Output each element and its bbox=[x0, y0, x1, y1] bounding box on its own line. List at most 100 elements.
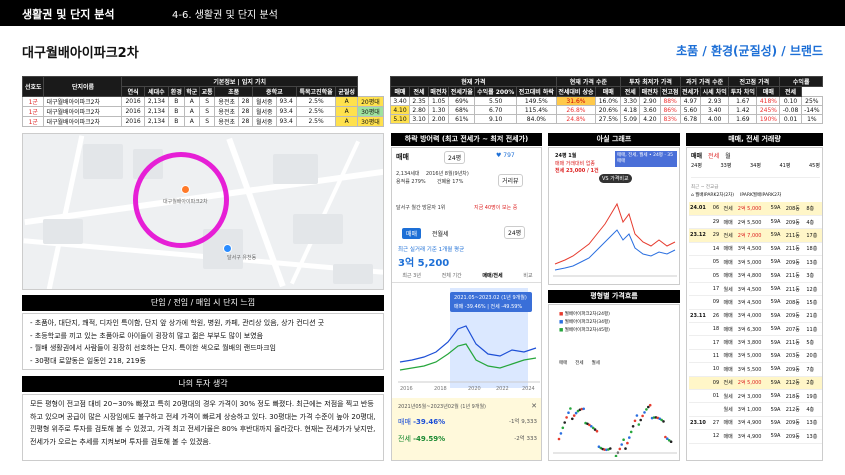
th-homog: 균질성 bbox=[335, 86, 358, 97]
cell: 83% bbox=[659, 114, 681, 124]
trade-tab-rent[interactable]: 전세 bbox=[708, 151, 719, 160]
cell-year: 2016 bbox=[121, 96, 145, 107]
drop-rent-amt: -2억 333 bbox=[514, 436, 537, 442]
ashil-chart bbox=[553, 202, 677, 277]
cell-traffic: S bbox=[198, 106, 216, 117]
trade-row[interactable]: 23.12 29 전세 2억 7,000 59A 211동 17층 bbox=[689, 228, 822, 243]
highlight-circle bbox=[133, 152, 229, 248]
pyeong-select[interactable]: 24평 bbox=[444, 151, 466, 164]
trade-row[interactable]: 18 매매 3억 6,300 59A 207동 11층 bbox=[689, 322, 822, 337]
flow-tab-sale[interactable]: 매매 bbox=[559, 360, 567, 366]
size-summary[interactable]: 34평 bbox=[750, 162, 761, 169]
trade-date bbox=[689, 282, 712, 297]
trade-floor: 212동 bbox=[784, 376, 806, 390]
th-col: 전세 bbox=[779, 86, 802, 97]
trade-size: 59A bbox=[769, 228, 785, 243]
trade-row[interactable]: 23.10 27 매매 3억 4,900 59A 209동 13층 bbox=[689, 416, 822, 431]
drop-period: 2021년05월~2023년02월 (1년 9개월) bbox=[398, 404, 487, 410]
range-tab-sale-rent[interactable]: 매매/전세 bbox=[482, 272, 502, 279]
cell: 4.00 bbox=[700, 114, 730, 124]
drop-rent-label: 전세 bbox=[398, 435, 411, 443]
ashil-sub: 매매 거래대비 업종 bbox=[555, 161, 595, 167]
range-tab-all[interactable]: 전체 기간 bbox=[442, 272, 462, 279]
recent-label: 최근 실거래 기준 1개월 평균 bbox=[398, 247, 465, 253]
trade-row[interactable]: 05 매매 3억 5,000 59A 209동 13층 bbox=[689, 255, 822, 270]
range-tab-3y[interactable]: 최근 3년 bbox=[402, 272, 421, 279]
range-tab-compare[interactable]: 비교 bbox=[523, 272, 532, 279]
size-summary[interactable]: 45평 bbox=[809, 162, 820, 169]
trade-row[interactable]: 23.11 26 매매 3억 4,000 59A 209동 21층 bbox=[689, 309, 822, 324]
trade-row[interactable]: 01 월세 2억 3,000 59A 218동 19층 bbox=[689, 389, 822, 404]
cell: 3.40 bbox=[389, 96, 411, 106]
trade-row[interactable]: 10 매매 3억 5,500 59A 209동 7층 bbox=[689, 362, 822, 377]
feeling-item: - 30평대 로얄동은 일동인 218, 219동 bbox=[30, 356, 146, 365]
trade-tab-sale[interactable]: 매매 bbox=[691, 151, 702, 160]
scatter-dot bbox=[662, 420, 665, 423]
trade-type: 전세 bbox=[722, 376, 737, 390]
cell-homog: A bbox=[335, 106, 358, 117]
scatter-dot bbox=[669, 440, 673, 443]
trade-date bbox=[689, 255, 712, 270]
trade-price: 3억 5,000 bbox=[736, 349, 770, 364]
cell: 1% bbox=[800, 114, 824, 124]
trade-row[interactable]: 09 전세 2억 5,000 59A 212동 2층 bbox=[689, 376, 822, 390]
trade-row[interactable]: 09 매매 3억 4,500 59A 208동 15층 bbox=[689, 295, 822, 310]
cell-middle: 월서중 bbox=[251, 96, 277, 107]
cell: 190% bbox=[756, 114, 781, 124]
close-icon[interactable]: ✕ bbox=[531, 402, 537, 410]
trade-type: 월세 bbox=[722, 389, 737, 404]
tab-sale-2[interactable]: 매매 bbox=[402, 228, 422, 239]
trade-date bbox=[689, 295, 712, 310]
hearts-count[interactable]: ♥ 797 bbox=[496, 152, 515, 159]
pyeong-select-2[interactable]: 24평 bbox=[504, 226, 526, 239]
th-group-past: 과거 가격 수준 bbox=[679, 76, 730, 87]
cell: 61% bbox=[448, 114, 476, 124]
street-view-button[interactable]: 거리뷰 bbox=[498, 174, 523, 187]
th-units: 세대수 bbox=[143, 86, 170, 97]
trade-row[interactable]: 월세 3억 1,000 59A 212동 4층 bbox=[689, 402, 822, 417]
trade-filter[interactable]: 최근 ~ 전교급 bbox=[691, 184, 718, 190]
trade-row[interactable]: 17 월세 3억 4,500 59A 211동 12층 bbox=[689, 282, 822, 297]
trade-size: 59A bbox=[769, 295, 785, 310]
tab-sale[interactable]: 매매 bbox=[396, 152, 409, 162]
trade-row[interactable]: 12 매매 3억 4,900 59A 209동 13층 bbox=[689, 429, 822, 444]
trade-row[interactable]: 24.01 06 전세 2억 5,000 59A 208동 8층 bbox=[689, 202, 822, 216]
scatter-dot bbox=[563, 421, 566, 424]
trade-row[interactable]: 14 매매 3억 4,500 59A 211동 18층 bbox=[689, 242, 822, 257]
viewing-note: 지금 40명이 보는 중 bbox=[474, 205, 518, 211]
scatter-dot bbox=[569, 407, 572, 410]
trade-tab-monthly[interactable]: 월 bbox=[725, 151, 731, 160]
trade-floor: 211동 bbox=[784, 268, 806, 283]
cell: 5.10 bbox=[389, 114, 411, 124]
trade-date: 23.11 bbox=[689, 309, 712, 324]
cell-year: 2016 bbox=[121, 116, 145, 127]
trade-size: 59A bbox=[769, 255, 785, 270]
trade-row[interactable]: 11 매매 3억 5,000 59A 203동 20층 bbox=[689, 349, 822, 364]
feeling-item: - 월배 생활권에서 사람들이 굉장히 선호하는 단지. 특이한 색으로 월배의… bbox=[30, 344, 276, 352]
trade-type: 전세 bbox=[722, 228, 737, 243]
vs-compare-button[interactable]: VS 가격비교 bbox=[599, 174, 632, 183]
trade-price: 2억 5,000 bbox=[736, 376, 770, 390]
table-row: 5.10 3.10 2.00 61% 9.10 84.0% 24.8% 27.5% 5.09 4.… bbox=[389, 114, 824, 124]
trade-floor: 209동 bbox=[784, 429, 806, 444]
trade-price: 2억 3,000 bbox=[736, 389, 770, 404]
trade-row[interactable]: 17 매매 3억 3,800 59A 211동 5층 bbox=[689, 335, 822, 350]
trade-day: 27 bbox=[711, 416, 723, 431]
size-summary[interactable]: 33평 bbox=[721, 162, 732, 169]
cell: 2.80 bbox=[409, 105, 430, 115]
size-summary[interactable]: 24평 bbox=[691, 162, 702, 169]
cell-units: 2,134 bbox=[143, 96, 170, 107]
trade-row[interactable]: 29 매매 2억 5,500 59A 209동 4층 bbox=[689, 215, 822, 230]
trade-row[interactable]: 05 매매 3억 4,800 59A 211동 3층 bbox=[689, 268, 822, 283]
tab-rent[interactable]: 전월세 bbox=[428, 228, 453, 239]
flow-tab-rent[interactable]: 전세 bbox=[575, 360, 583, 366]
trade-day: 09 bbox=[711, 295, 723, 310]
th-col: 수익률 200% bbox=[474, 86, 518, 97]
trade-price: 3억 5,000 bbox=[736, 255, 770, 270]
trade-fl: 17층 bbox=[805, 228, 822, 243]
tooltip-title: 2021.05~2023.02 (1년 9개월) bbox=[454, 294, 527, 301]
tooltip-line: 매매 -39.46% | 전세 -49.59% bbox=[454, 303, 522, 310]
size-summary[interactable]: 41평 bbox=[780, 162, 791, 169]
flow-tab-monthly[interactable]: 월세 bbox=[592, 360, 600, 366]
map-pin-icon[interactable] bbox=[223, 244, 232, 253]
